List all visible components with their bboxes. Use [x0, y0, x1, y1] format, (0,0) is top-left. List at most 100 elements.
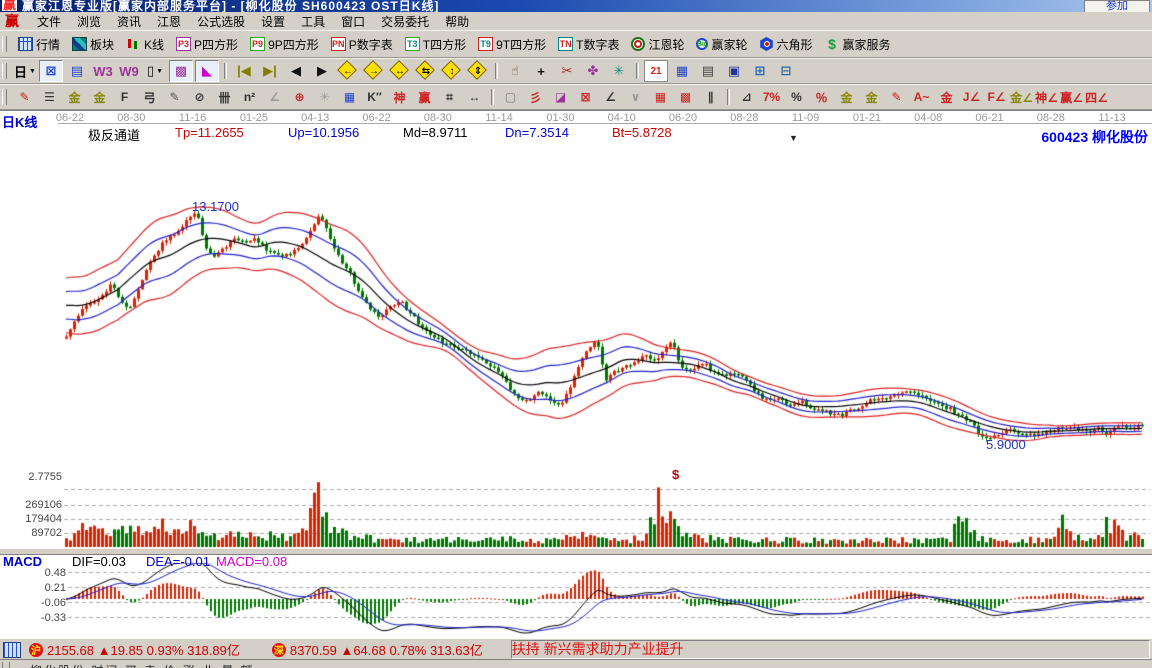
next-button[interactable]: ▶ [310, 60, 334, 82]
t9-square-button[interactable]: T99T四方形 [472, 35, 552, 54]
menu-item-设置[interactable]: 设置 [253, 12, 293, 31]
number-grid-icon[interactable]: ⌗ [437, 87, 462, 107]
wave9-icon[interactable]: W9 [117, 60, 141, 82]
menu-item-工具[interactable]: 工具 [293, 12, 333, 31]
gold-angle-icon[interactable]: 金∠ [1009, 87, 1034, 107]
f-grid-icon[interactable]: F [112, 87, 137, 107]
shen-angle-icon[interactable]: 神∠ [1034, 87, 1059, 107]
gold-grid-icon[interactable]: 金 [62, 87, 87, 107]
gold-channel-icon[interactable]: 金 [934, 87, 959, 107]
crosshair-icon[interactable]: + [529, 60, 553, 82]
calculator-icon[interactable]: ▦ [670, 60, 694, 82]
menu-item-资讯[interactable]: 资讯 [109, 12, 149, 31]
circle-ruler-icon[interactable]: ⊘ [187, 87, 212, 107]
si-angle-icon[interactable]: 四∠ [1084, 87, 1109, 107]
fan-box-icon[interactable]: ◪ [548, 87, 573, 107]
first-page-button[interactable]: |◀ [232, 60, 256, 82]
tally-icon[interactable]: 卌 [212, 87, 237, 107]
percent-lines-icon[interactable]: ％ [809, 87, 834, 107]
candle-style-dropdown[interactable]: ▯▼ [143, 60, 167, 82]
menu-item-窗口[interactable]: 窗口 [333, 12, 373, 31]
gold-level-icon[interactable]: 金 [859, 87, 884, 107]
hatch-tool-icon[interactable]: ☰ [37, 87, 62, 107]
menu-item-帮助[interactable]: 帮助 [437, 12, 477, 31]
corner-button[interactable]: 参加 [1084, 0, 1150, 12]
prev-button[interactable]: ◀ [284, 60, 308, 82]
web-grid-icon[interactable]: ✳ [312, 87, 337, 107]
calendar-icon[interactable]: 21 [644, 60, 668, 82]
expand-v-diamond[interactable]: ↕ [440, 60, 464, 82]
kline-button[interactable]: K线 [120, 35, 170, 54]
gann-compass-icon[interactable]: ⊕ [287, 87, 312, 107]
winner-wheel-button[interactable]: Big赢家轮 [690, 35, 753, 54]
p-table-button[interactable]: PNP数字表 [325, 35, 399, 54]
v-check-icon[interactable]: ∨ [623, 87, 648, 107]
market-grid-icon[interactable] [3, 642, 21, 658]
gann-wheel-button[interactable]: 江恩轮 [625, 35, 690, 54]
menu-item-浏览[interactable]: 浏览 [69, 12, 109, 31]
parallel-lines-icon[interactable]: ∥ [698, 87, 723, 107]
zoom-right-diamond[interactable]: → [362, 60, 386, 82]
shen-grid-icon[interactable]: 神 [387, 87, 412, 107]
red-grid-icon[interactable]: ▦ [648, 87, 673, 107]
resize-grip[interactable] [2, 662, 10, 668]
marker-tool-icon[interactable]: ✎ [162, 87, 187, 107]
p-square-button[interactable]: P3P四方形 [170, 35, 244, 54]
k-prime-icon[interactable]: K″ [362, 87, 387, 107]
fan-lines-icon[interactable]: 彡 [523, 87, 548, 107]
info-panel-icon[interactable]: ▤ [65, 60, 89, 82]
menu-item-文件[interactable]: 文件 [29, 12, 69, 31]
menu-item-江恩[interactable]: 江恩 [149, 12, 189, 31]
t-square-button[interactable]: T3T四方形 [399, 35, 472, 54]
color-chart-icon[interactable]: ◣ [195, 60, 219, 82]
sectors-button[interactable]: 板块 [66, 35, 120, 54]
square-grid-icon[interactable]: ▦ [337, 87, 362, 107]
ying-grid-icon[interactable]: 赢 [412, 87, 437, 107]
percent-down-icon[interactable]: 7% [759, 87, 784, 107]
hexagon-button[interactable]: 六角形 [754, 35, 819, 54]
gann-tree-icon[interactable]: ✤ [581, 60, 605, 82]
remote-pc-icon[interactable]: ⊟ [774, 60, 798, 82]
wave-abc-icon[interactable]: A~ [909, 87, 934, 107]
zoom-all-diamond[interactable]: ⇕ [466, 60, 490, 82]
f-angle-icon[interactable]: F∠ [984, 87, 1009, 107]
cut-tool-icon[interactable]: ✂ [555, 60, 579, 82]
date-tick-12: 11-09 [792, 112, 819, 124]
notes-icon[interactable]: ▤ [696, 60, 720, 82]
pan-hand-icon[interactable]: ☝ [503, 60, 527, 82]
network-icon[interactable]: ⊞ [748, 60, 772, 82]
scale-ruler-icon[interactable]: ⊿ [734, 87, 759, 107]
ying-angle-icon[interactable]: 赢∠ [1059, 87, 1084, 107]
gold-circle-icon[interactable]: 金 [834, 87, 859, 107]
period-day-dropdown[interactable]: 日▼ [13, 60, 37, 82]
zoom-left-diamond[interactable]: ← [336, 60, 360, 82]
width-measure-icon[interactable]: ↔ [462, 87, 487, 107]
gann-wheel-button-label: 江恩轮 [648, 36, 684, 53]
polar-channel-icon[interactable]: ⊠ [39, 60, 63, 82]
j-angle-icon[interactable]: J∠ [959, 87, 984, 107]
red-grid-box-icon[interactable]: ▩ [673, 87, 698, 107]
p9-square-button[interactable]: P99P四方形 [244, 35, 325, 54]
wave3-icon[interactable]: W3 [91, 60, 115, 82]
trend-angle-icon[interactable]: ∠ [598, 87, 623, 107]
maze-tool-icon[interactable]: ✳ [607, 60, 631, 82]
save-icon[interactable]: ▣ [722, 60, 746, 82]
n-square-icon[interactable]: n² [237, 87, 262, 107]
angle-ruler-icon[interactable]: ∠ [262, 87, 287, 107]
percent-icon[interactable]: % [784, 87, 809, 107]
pattern-grid-icon[interactable]: ▩ [169, 60, 193, 82]
box-select-icon[interactable]: ▢ [498, 87, 523, 107]
quotes-button[interactable]: 行情 [12, 35, 66, 54]
gold-grid2-icon[interactable]: 金 [87, 87, 112, 107]
menu-item-公式选股[interactable]: 公式选股 [189, 12, 253, 31]
compress-h-diamond[interactable]: ⇆ [414, 60, 438, 82]
last-page-button[interactable]: ▶| [258, 60, 282, 82]
price-pen-icon[interactable]: ✎ [884, 87, 909, 107]
t-table-button[interactable]: TNT数字表 [552, 35, 625, 54]
pen-tool-icon[interactable]: ✎ [12, 87, 37, 107]
winner-service-button[interactable]: $赢家服务 [819, 35, 897, 54]
menu-item-交易委托[interactable]: 交易委托 [373, 12, 437, 31]
expand-h-diamond[interactable]: ↔ [388, 60, 412, 82]
bow-tool-icon[interactable]: 弓 [137, 87, 162, 107]
box-cross-icon[interactable]: ⊠ [573, 87, 598, 107]
